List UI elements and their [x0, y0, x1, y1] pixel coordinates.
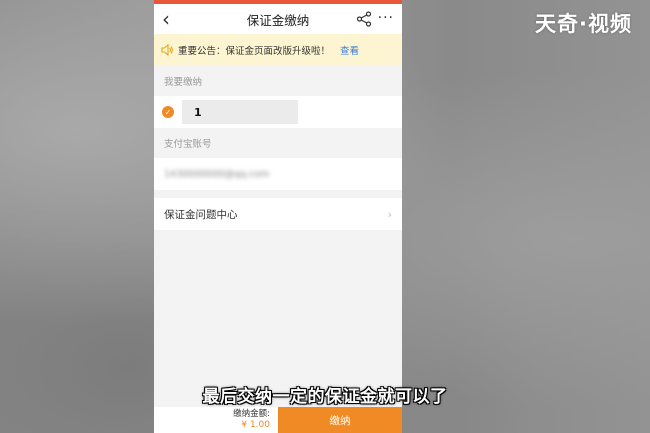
help-center-label: 保证金问题中心 [164, 208, 238, 221]
check-circle-icon[interactable]: ✓ [162, 106, 174, 118]
notice-text: 重要公告：保证金页面改版升级啦！ [178, 46, 331, 57]
chevron-right-icon: › [387, 207, 392, 221]
amount-row: ✓ 1 [154, 96, 402, 128]
pay-amount-value: ¥ 1.00 [241, 420, 270, 430]
nav-bar: ‹ 保证金缴纳 ··· [154, 4, 402, 34]
pay-amount-summary: 缴纳金额: ¥ 1.00 [154, 407, 278, 433]
alipay-account-value: 1430000000@qq.com [164, 168, 270, 180]
page-title: 保证金缴纳 [246, 12, 310, 28]
share-icon[interactable] [356, 11, 372, 27]
speaker-icon [161, 43, 173, 57]
bottom-bar: 缴纳金额: ¥ 1.00 缴纳 [154, 407, 402, 433]
video-caption: 最后交纳一定的保证金就可以了 [202, 387, 448, 407]
notice-banner: 重要公告：保证金页面改版升级啦！ 查看 [154, 34, 402, 66]
alipay-section-label: 支付宝账号 [164, 139, 212, 150]
notice-view-link[interactable]: 查看 [340, 43, 359, 57]
more-icon[interactable]: ··· [378, 10, 394, 26]
amount-section-label: 我要缴纳 [164, 77, 203, 88]
pay-amount-label: 缴纳金额: [233, 409, 270, 419]
alipay-account-row: 1430000000@qq.com [154, 158, 402, 190]
help-center-row[interactable]: 保证金问题中心 › [154, 198, 402, 230]
watermark-logo: 天奇·视频 [535, 12, 632, 36]
back-icon[interactable]: ‹ [162, 9, 170, 29]
phone-screen: ‹ 保证金缴纳 ··· 重要公告：保证金页面改版升级啦！ 查看 我要缴纳 ✓ 1… [154, 0, 402, 433]
pay-button[interactable]: 缴纳 [278, 407, 402, 433]
amount-input[interactable]: 1 [182, 100, 298, 124]
